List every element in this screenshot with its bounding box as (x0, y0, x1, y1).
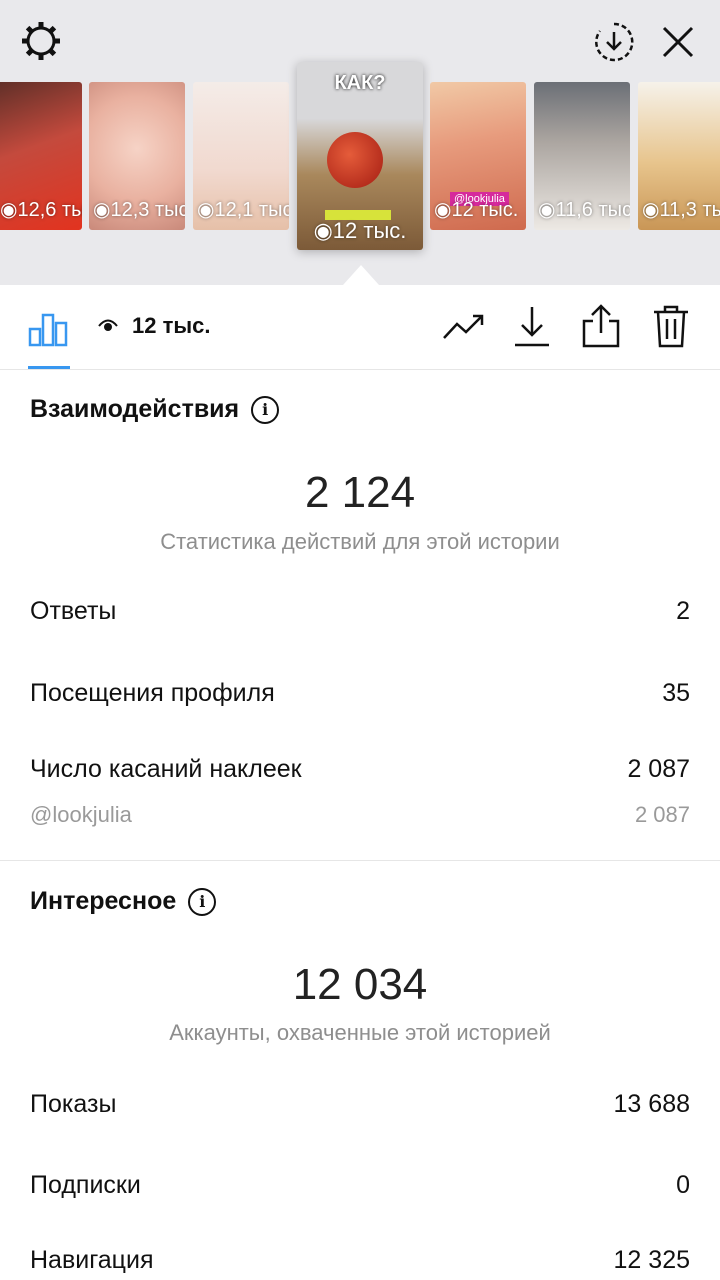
download-icon[interactable] (512, 303, 552, 349)
selected-caret (343, 265, 379, 285)
story-thumbnail[interactable]: ◉11,6 тыс. (534, 82, 630, 230)
thumbnail-views: ◉12,3 тыс. (93, 199, 185, 221)
stat-label: @lookjulia (30, 802, 132, 827)
eye-icon (98, 313, 118, 339)
stat-label: Посещения профиля (30, 679, 275, 707)
stat-row-profile-visits: Посещения профиля 35 (30, 679, 690, 708)
stat-row-follows: Подписки 0 (30, 1171, 690, 1200)
stat-value: 35 (662, 679, 690, 707)
insights-toolbar: 12 тыс. (0, 285, 720, 370)
close-icon[interactable] (656, 22, 700, 62)
share-icon[interactable] (580, 303, 622, 349)
interactions-total: 2 124 (304, 468, 416, 517)
info-icon[interactable]: i (251, 395, 280, 424)
section-divider (0, 860, 720, 861)
interactions-title-text: Взаимодействия (30, 395, 240, 423)
story-thumbnail[interactable]: ◉12,1 тыс. (193, 82, 289, 230)
story-thumbnail[interactable]: @lookjulia ◉12 тыс. (430, 82, 526, 230)
bar-chart-icon[interactable] (28, 305, 70, 347)
stat-row-impressions: Показы 13 688 (30, 1090, 690, 1119)
stat-label: Ответы (30, 597, 117, 625)
interactions-title: Взаимодействия i (30, 395, 280, 424)
story-heading: КАК? (334, 72, 386, 94)
stat-row-sticker-mention: @lookjulia 2 087 (30, 802, 690, 828)
download-circle-icon[interactable] (592, 20, 636, 64)
stat-value: 12 325 (613, 1246, 690, 1274)
trash-icon[interactable] (650, 303, 692, 349)
discovery-title: Интересное i (30, 887, 217, 916)
story-photo (327, 132, 383, 188)
stat-value: 2 087 (627, 755, 690, 783)
stat-label: Навигация (30, 1246, 154, 1274)
story-thumbnail[interactable]: ◉11,3 тыс. (638, 82, 720, 230)
story-thumbnails: ◉12,6 тыс. ◉12,3 тыс. ◉12,1 тыс. КАК? ◉1… (0, 62, 720, 250)
stat-label: Число касаний наклеек (30, 755, 302, 783)
active-tab-underline (28, 366, 70, 369)
views-count: 12 тыс. (132, 313, 211, 338)
stat-label: Показы (30, 1090, 117, 1118)
stat-value: 13 688 (613, 1090, 690, 1118)
stat-value: 0 (676, 1171, 690, 1199)
interactions-caption: Статистика действий для этой истории (160, 529, 560, 554)
stat-value: 2 087 (634, 802, 690, 827)
stat-row-navigation: Навигация 12 325 (30, 1246, 690, 1275)
thumbnail-views: ◉12 тыс. (434, 199, 519, 221)
thumbnail-views: ◉12,1 тыс. (197, 199, 289, 221)
story-strip-area: ◉12,6 тыс. ◉12,3 тыс. ◉12,1 тыс. КАК? ◉1… (0, 0, 720, 285)
story-thumbnail[interactable]: ◉12,6 тыс. (0, 82, 82, 230)
gear-icon[interactable] (18, 18, 64, 64)
views-summary: 12 тыс. (98, 313, 211, 339)
stat-row-replies: Ответы 2 (30, 597, 690, 626)
discovery-title-text: Интересное (30, 887, 177, 915)
trend-icon[interactable] (442, 307, 486, 347)
story-thumbnail-selected[interactable]: КАК? ◉12 тыс. (297, 62, 423, 250)
stat-value: 2 (676, 597, 690, 625)
discovery-total: 12 034 (292, 960, 428, 1009)
thumbnail-views: ◉12,6 тыс. (0, 199, 82, 221)
thumbnail-views: ◉12 тыс. (313, 218, 407, 243)
thumbnail-views: ◉11,6 тыс. (538, 199, 630, 221)
thumbnail-views: ◉11,3 тыс. (642, 199, 720, 221)
stat-row-sticker-taps: Число касаний наклеек 2 087 (30, 755, 690, 784)
discovery-caption: Аккаунты, охваченные этой историей (169, 1020, 551, 1045)
info-icon[interactable]: i (188, 887, 217, 916)
story-thumbnail[interactable]: ◉12,3 тыс. (89, 82, 185, 230)
stat-label: Подписки (30, 1171, 141, 1199)
